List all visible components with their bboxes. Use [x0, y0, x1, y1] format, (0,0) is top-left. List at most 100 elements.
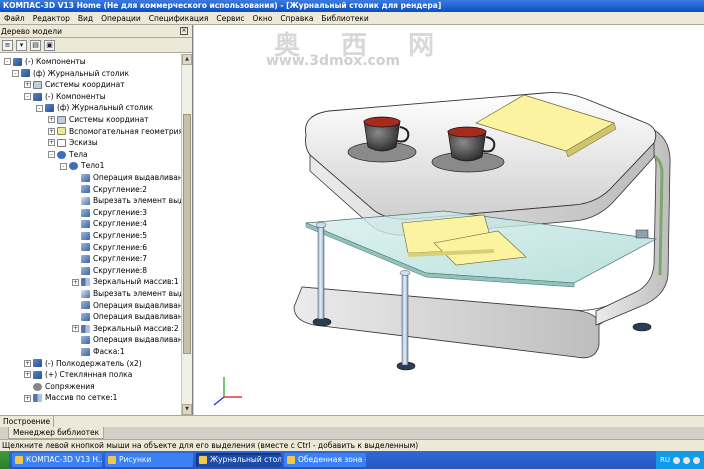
collapse-icon[interactable]: -	[12, 69, 19, 77]
language-indicator[interactable]: RU	[660, 456, 670, 464]
window-title-bar[interactable]: КОМПАС-3D V13 Home (Не для коммерческого…	[0, 0, 704, 12]
tree-node-label: (-) Компоненты	[45, 91, 106, 101]
dropdown-icon[interactable]: ▾	[16, 39, 27, 51]
taskbar-item-coffee-table[interactable]: Журнальный столик	[196, 453, 281, 467]
expand-icon[interactable]: +	[48, 127, 55, 135]
tree-node-label: Эскизы	[69, 138, 98, 148]
tree-node-label: Системы координат	[45, 80, 125, 90]
expand-icon[interactable]: +	[24, 81, 31, 89]
expand-icon[interactable]: +	[24, 371, 31, 379]
status-text: Щелкните левой кнопкой мыши на объекте д…	[2, 441, 419, 450]
collapse-icon[interactable]: -	[36, 104, 43, 112]
op-icon	[81, 231, 90, 240]
tree-node[interactable]: + Зеркальный массив:2	[72, 323, 179, 335]
menu-view[interactable]: Вид	[74, 12, 97, 24]
menu-file[interactable]: Файл	[0, 12, 29, 24]
menu-specification[interactable]: Спецификация	[145, 12, 213, 24]
collapse-icon[interactable]: -	[48, 151, 55, 159]
tree-node[interactable]: Операция выдавливания	[72, 172, 182, 184]
tree-scrollbar[interactable]: ▲ ▼	[181, 54, 192, 415]
tree-node-label: Операция выдавливания	[93, 335, 182, 345]
start-button[interactable]	[0, 451, 9, 469]
tree-node[interactable]: + Системы координат	[48, 114, 149, 126]
tree-node[interactable]: Операция выдавливания	[72, 300, 182, 312]
tab-library-manager[interactable]: Менеджер библиотек	[8, 427, 105, 439]
3d-viewport[interactable]: 奥 西 网 www.3dmox.com	[194, 25, 704, 415]
menu-libraries[interactable]: Библиотеки	[317, 12, 372, 24]
tree-node-label: Массив по сетке:1	[45, 393, 118, 403]
tree-node[interactable]: Вырезать элемент выдавливания	[72, 288, 182, 300]
tree-node[interactable]: Сопряжения	[24, 381, 95, 393]
tree-node[interactable]: - (-) Компоненты	[4, 56, 86, 68]
op-icon	[81, 266, 90, 275]
tree-node[interactable]: + (+) Стеклянная полка	[24, 369, 132, 381]
body-icon	[57, 150, 66, 159]
expand-icon[interactable]: +	[48, 139, 55, 147]
tree-node[interactable]: Фаска:1	[72, 346, 125, 358]
tree-node[interactable]: + Массив по сетке:1	[24, 392, 117, 404]
tree-node-label: Скругление:4	[93, 219, 148, 229]
image-icon	[287, 456, 295, 464]
collapse-icon[interactable]: -	[4, 58, 11, 66]
expand-icon[interactable]: +	[24, 359, 31, 367]
expand-icon[interactable]: +	[72, 278, 79, 286]
tree-node-label: Вырезать элемент выдавливания	[93, 196, 182, 206]
tree-node[interactable]: - (-) Компоненты	[24, 91, 106, 103]
properties-icon[interactable]: ▤	[30, 39, 41, 51]
expand-icon[interactable]: +	[24, 394, 31, 402]
tray-icon[interactable]	[693, 456, 700, 464]
tree-view-icon[interactable]: ≡	[2, 39, 13, 51]
app-icon	[15, 456, 23, 464]
tree-node[interactable]: + Эскизы	[48, 137, 98, 149]
tree-node[interactable]: Скругление:7	[72, 253, 147, 265]
op-icon	[81, 243, 90, 252]
menu-help[interactable]: Справка	[276, 12, 317, 24]
tree-node[interactable]: + Вспомогательная геометрия	[48, 126, 182, 138]
collapse-icon[interactable]: -	[60, 162, 67, 170]
tree-node[interactable]: Операция выдавливания	[72, 311, 182, 323]
menu-operations[interactable]: Операции	[97, 12, 145, 24]
tree-node[interactable]: + Зеркальный массив:1	[72, 276, 179, 288]
tree-node[interactable]: Скругление:3	[72, 207, 147, 219]
folder-icon	[108, 456, 116, 464]
tree-node[interactable]: Скругление:5	[72, 230, 147, 242]
taskbar-item-dining-zone[interactable]: Обеденная зона - P...	[284, 453, 366, 467]
filter-icon[interactable]: ▣	[44, 39, 55, 51]
tray-icon[interactable]	[673, 456, 680, 464]
tree-node[interactable]: Скругление:2	[72, 184, 147, 196]
menu-editor[interactable]: Редактор	[29, 12, 74, 24]
scroll-up-icon[interactable]: ▲	[182, 54, 192, 65]
tree-node-label: Тело1	[81, 161, 105, 171]
tree-node[interactable]: - (ф) Журнальный столик	[36, 102, 153, 114]
tree-node[interactable]: + Системы координат	[24, 79, 125, 91]
taskbar: КОМПАС-3D V13 H... Рисунки Журнальный ст…	[0, 451, 704, 469]
tree-node-label: Скругление:6	[93, 242, 148, 252]
close-icon[interactable]: ×	[180, 27, 188, 35]
model-tree[interactable]: - (-) Компоненты - (ф) Журнальный столик + Си…	[0, 54, 182, 415]
op-icon	[81, 347, 90, 356]
tree-node[interactable]: + (-) Полкодержатель (x2)	[24, 358, 142, 370]
taskbar-item-kompas[interactable]: КОМПАС-3D V13 H...	[12, 453, 102, 467]
shelf-rod	[401, 272, 409, 366]
scroll-down-icon[interactable]: ▼	[182, 404, 192, 415]
tree-node[interactable]: - Тело1	[60, 160, 104, 172]
tray-icon[interactable]	[683, 456, 690, 464]
tree-node[interactable]: - Тела	[48, 149, 88, 161]
status-bar: Щелкните левой кнопкой мыши на объекте д…	[0, 439, 704, 451]
tree-node[interactable]: Вырезать элемент выдавливания	[72, 195, 182, 207]
expand-icon[interactable]: +	[72, 325, 79, 333]
tree-node[interactable]: Операция выдавливания	[72, 334, 182, 346]
tab-construction[interactable]: Построение	[0, 416, 55, 427]
menu-window[interactable]: Окно	[248, 12, 276, 24]
tree-node-label: (-) Полкодержатель (x2)	[45, 358, 142, 368]
tree-node[interactable]: Скругление:8	[72, 265, 147, 277]
scroll-thumb[interactable]	[183, 114, 191, 354]
expand-icon[interactable]: +	[48, 116, 55, 124]
menu-service[interactable]: Сервис	[212, 12, 248, 24]
tree-node[interactable]: Скругление:4	[72, 218, 147, 230]
tree-node[interactable]: - (ф) Журнальный столик	[12, 68, 129, 80]
tree-node[interactable]: Скругление:6	[72, 242, 147, 254]
collapse-icon[interactable]: -	[24, 93, 31, 101]
mirror-icon	[81, 324, 90, 333]
taskbar-item-pictures[interactable]: Рисунки	[105, 453, 193, 467]
